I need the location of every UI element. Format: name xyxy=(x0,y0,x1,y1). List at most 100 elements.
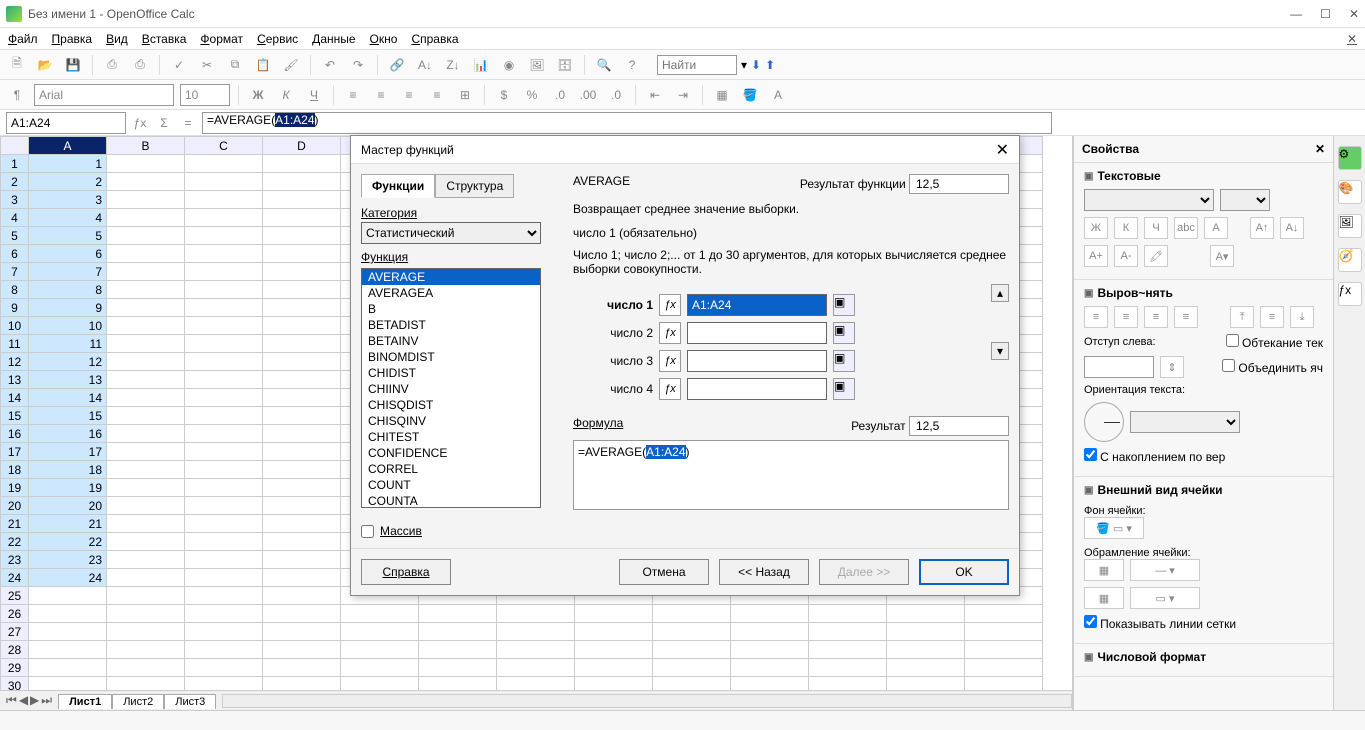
cell[interactable] xyxy=(185,587,263,605)
merge-checkbox[interactable] xyxy=(1222,359,1235,372)
cell[interactable] xyxy=(185,263,263,281)
align-center-icon[interactable]: ≡ xyxy=(1114,306,1138,328)
cell[interactable] xyxy=(107,479,185,497)
cell[interactable] xyxy=(185,317,263,335)
cell[interactable]: 7 xyxy=(29,263,107,281)
row-header[interactable]: 13 xyxy=(1,371,29,389)
cell[interactable] xyxy=(653,605,731,623)
cell[interactable]: 12 xyxy=(29,353,107,371)
back-button[interactable]: << Назад xyxy=(719,559,809,585)
cell[interactable] xyxy=(185,389,263,407)
cell[interactable] xyxy=(107,173,185,191)
valign-middle-icon[interactable]: ≡ xyxy=(1260,306,1284,328)
cell[interactable] xyxy=(107,623,185,641)
cell[interactable] xyxy=(263,353,341,371)
cell[interactable] xyxy=(185,479,263,497)
minimize-icon[interactable]: — xyxy=(1290,7,1302,21)
cell[interactable] xyxy=(185,155,263,173)
border-preset[interactable]: ▦ xyxy=(1084,559,1124,581)
cut-icon[interactable]: ✂ xyxy=(196,54,218,76)
dialog-close-icon[interactable]: ✕ xyxy=(996,140,1009,160)
cell[interactable]: 4 xyxy=(29,209,107,227)
menu-insert[interactable]: Вставка xyxy=(142,32,187,46)
row-header[interactable]: 12 xyxy=(1,353,29,371)
find-input[interactable] xyxy=(657,55,737,75)
cell[interactable] xyxy=(107,569,185,587)
cell[interactable] xyxy=(887,623,965,641)
highlight-icon[interactable]: 🖍 xyxy=(1144,245,1168,267)
cell[interactable] xyxy=(107,299,185,317)
row-header[interactable]: 29 xyxy=(1,659,29,677)
cell[interactable] xyxy=(185,425,263,443)
cell[interactable] xyxy=(653,659,731,677)
currency-icon[interactable]: $ xyxy=(493,84,515,106)
font-name-select[interactable] xyxy=(1084,189,1214,211)
close-icon[interactable]: ✕ xyxy=(1349,7,1359,21)
row-header[interactable]: 18 xyxy=(1,461,29,479)
save-icon[interactable]: 💾 xyxy=(62,54,84,76)
cell[interactable] xyxy=(107,281,185,299)
cell[interactable] xyxy=(185,551,263,569)
function-item[interactable]: CHISQDIST xyxy=(362,397,540,413)
cell[interactable] xyxy=(497,623,575,641)
inc-font-icon[interactable]: A+ xyxy=(1084,245,1108,267)
cell[interactable] xyxy=(263,209,341,227)
row-header[interactable]: 9 xyxy=(1,299,29,317)
function-item[interactable]: CHISQINV xyxy=(362,413,540,429)
font-size-select[interactable] xyxy=(1220,189,1270,211)
cell[interactable] xyxy=(419,659,497,677)
print-icon[interactable]: ⎙ xyxy=(129,54,151,76)
formula-input[interactable]: =AVERAGE(A1:A24) xyxy=(202,112,1052,134)
percent-icon[interactable]: % xyxy=(521,84,543,106)
properties-close-icon[interactable]: ✕ xyxy=(1315,142,1325,156)
cell[interactable] xyxy=(263,623,341,641)
find-prev-icon[interactable]: ⬆ xyxy=(765,58,775,72)
new-doc-icon[interactable]: 🗎 xyxy=(6,54,28,76)
cell[interactable] xyxy=(107,605,185,623)
row-header[interactable]: 4 xyxy=(1,209,29,227)
row-header[interactable]: 7 xyxy=(1,263,29,281)
row-header[interactable]: 10 xyxy=(1,317,29,335)
arg-input[interactable] xyxy=(687,294,827,316)
tab-functions[interactable]: Функции xyxy=(361,174,435,198)
cell[interactable]: 2 xyxy=(29,173,107,191)
sum-icon[interactable]: Σ xyxy=(154,113,174,133)
cell[interactable] xyxy=(809,659,887,677)
function-item[interactable]: BETAINV xyxy=(362,333,540,349)
gallery-icon[interactable]: 🖼 xyxy=(526,54,548,76)
cell[interactable]: 19 xyxy=(29,479,107,497)
equals-icon[interactable]: = xyxy=(178,113,198,133)
function-item[interactable]: CORREL xyxy=(362,461,540,477)
row-header[interactable]: 6 xyxy=(1,245,29,263)
tab-nav-next-icon[interactable]: ▶ xyxy=(30,693,39,708)
cell[interactable] xyxy=(263,551,341,569)
function-item[interactable]: AVERAGE xyxy=(362,269,540,285)
find-dropdown-icon[interactable]: ▾ xyxy=(741,58,747,72)
cell[interactable] xyxy=(263,155,341,173)
cell[interactable] xyxy=(263,317,341,335)
cell[interactable] xyxy=(185,461,263,479)
document-close-icon[interactable]: ✕ xyxy=(1347,32,1357,46)
arg-fx-icon[interactable]: ƒx xyxy=(659,350,681,372)
cell[interactable] xyxy=(185,443,263,461)
align-center-icon[interactable]: ≡ xyxy=(370,84,392,106)
underline-icon[interactable]: Ч xyxy=(1144,217,1168,239)
cell[interactable] xyxy=(263,227,341,245)
arg-input[interactable] xyxy=(687,322,827,344)
function-wizard-icon[interactable]: ƒx xyxy=(130,113,150,133)
valign-bottom-icon[interactable]: ⤓ xyxy=(1290,306,1314,328)
function-item[interactable]: CHITEST xyxy=(362,429,540,445)
superscript-icon[interactable]: A↑ xyxy=(1250,217,1274,239)
cell[interactable] xyxy=(419,641,497,659)
cell[interactable] xyxy=(263,533,341,551)
indent-input[interactable] xyxy=(1084,356,1154,378)
chart-icon[interactable]: 📊 xyxy=(470,54,492,76)
row-header[interactable]: 5 xyxy=(1,227,29,245)
cell[interactable]: 16 xyxy=(29,425,107,443)
cell[interactable] xyxy=(887,659,965,677)
cell[interactable] xyxy=(185,659,263,677)
font-size-input[interactable] xyxy=(180,84,230,106)
cell[interactable] xyxy=(185,227,263,245)
font-name-input[interactable] xyxy=(34,84,174,106)
cell[interactable] xyxy=(185,605,263,623)
